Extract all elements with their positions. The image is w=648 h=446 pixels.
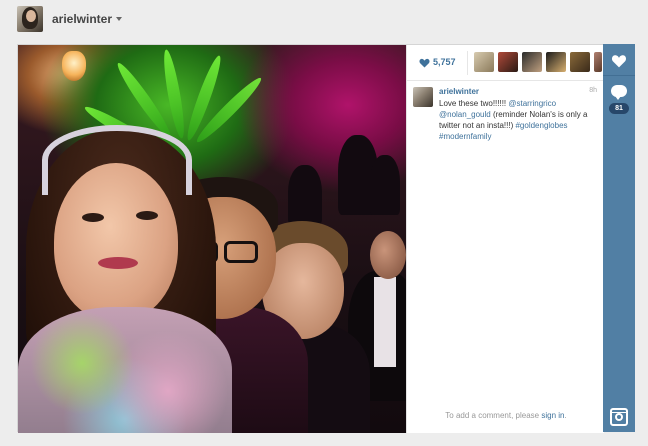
photo-headband <box>42 125 192 195</box>
caption-username[interactable]: arielwinter <box>439 87 479 96</box>
caption-avatar[interactable] <box>413 87 433 107</box>
photo-lips <box>98 257 138 269</box>
photo-eye-right <box>136 211 158 220</box>
chevron-down-icon[interactable] <box>116 17 122 21</box>
likes-count[interactable]: 5,757 <box>433 57 456 67</box>
likes-row: 5,757 <box>407 45 605 81</box>
camera-icon-lens <box>615 413 623 421</box>
heart-icon <box>611 55 627 68</box>
camera-icon[interactable] <box>610 408 628 426</box>
profile-avatar[interactable] <box>17 6 43 32</box>
hashtag-link[interactable]: #goldenglobes <box>515 121 567 130</box>
action-strip: 81 <box>603 44 635 432</box>
comment-count-badge: 81 <box>609 103 629 114</box>
post-photo[interactable] <box>18 45 406 433</box>
signin-text: To add a comment, please <box>445 411 540 420</box>
photo-background-person <box>288 165 322 225</box>
photo-eye-left <box>82 213 104 222</box>
avatar-face-shape <box>26 10 36 22</box>
caption-text: Love these two!!!!!! @starringrico @nola… <box>439 98 599 142</box>
mention-link[interactable]: @nolan_gould <box>439 110 491 119</box>
signin-prompt: To add a comment, please sign in. <box>407 411 605 420</box>
post-info-panel: 5,757 arielwinter 8h Love these two!!!!!… <box>406 45 605 433</box>
liker-avatar[interactable] <box>570 52 590 72</box>
comment-icon <box>611 85 627 100</box>
mention-link[interactable]: @starringrico <box>508 99 556 108</box>
liker-avatar[interactable] <box>498 52 518 72</box>
like-button[interactable] <box>603 44 635 76</box>
liker-avatar[interactable] <box>522 52 542 72</box>
photo-man-shirt <box>374 277 396 367</box>
liker-avatars <box>467 51 602 75</box>
liker-avatar[interactable] <box>546 52 566 72</box>
profile-header: arielwinter <box>0 0 648 40</box>
liker-avatar[interactable] <box>594 52 602 72</box>
post-card: 5,757 arielwinter 8h Love these two!!!!!… <box>17 44 605 433</box>
liker-avatar[interactable] <box>474 52 494 72</box>
photo-glasses-right <box>224 241 258 263</box>
comment-button[interactable]: 81 <box>603 77 635 117</box>
heart-icon[interactable] <box>419 58 430 68</box>
photo-lamp-shape <box>62 51 86 81</box>
signin-link[interactable]: sign in <box>541 411 564 420</box>
profile-username[interactable]: arielwinter <box>52 12 112 26</box>
photo-background-person <box>370 155 400 215</box>
photo-dress <box>18 307 232 433</box>
signin-suffix: . <box>564 411 567 420</box>
caption-intro: Love these two!!!!!! <box>439 99 509 108</box>
hashtag-link[interactable]: #modernfamily <box>439 132 491 141</box>
caption-timestamp: 8h <box>589 87 597 94</box>
photo-man-head <box>370 231 406 279</box>
